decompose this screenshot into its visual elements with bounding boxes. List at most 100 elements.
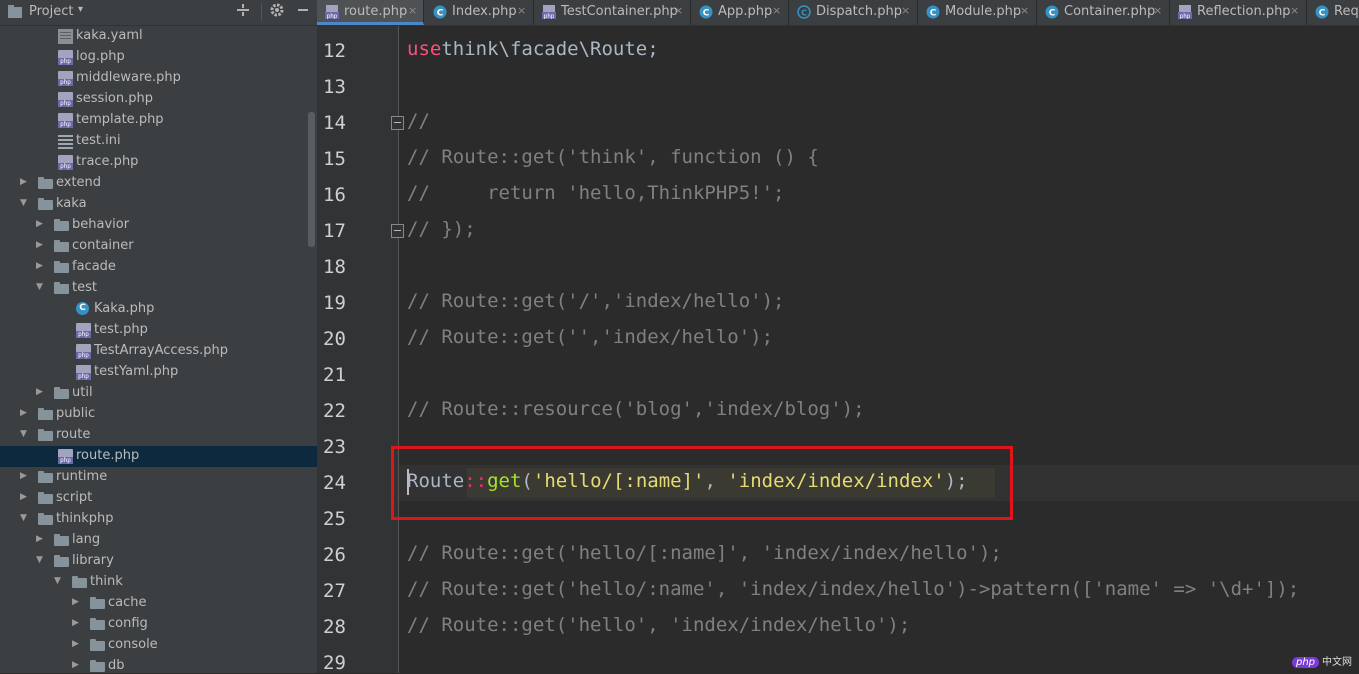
tab-dispatch-php[interactable]: C Dispatch.php × [789,0,918,25]
expand-down-icon[interactable]: ▼ [36,282,46,294]
expand-right-icon[interactable]: ▶ [20,471,30,483]
fold-icon[interactable] [391,224,404,238]
tree-item[interactable]: ▼ route [0,425,317,446]
tree-item[interactable]: session.php [0,89,317,110]
tree-item[interactable]: ▶ lang [0,530,317,551]
chevron-down-icon[interactable]: ▾ [78,4,83,15]
tab-testcontainer-php[interactable]: php TestContainer.php × [534,0,691,25]
code-token: // Route::get('think', function () { [407,146,819,168]
tree-item[interactable]: ▶ config [0,614,317,635]
tab-module-php[interactable]: C Module.php × [918,0,1037,25]
tree-item[interactable]: ▼ kaka [0,194,317,215]
tree-item[interactable]: ▶ extend [0,173,317,194]
code-token: // }); [407,218,476,240]
expand-down-icon[interactable]: ▼ [20,513,30,525]
tree-item[interactable]: testYaml.php [0,362,317,383]
close-icon[interactable]: × [517,4,526,17]
tree-item[interactable]: test.php [0,320,317,341]
tab-index-php[interactable]: C Index.php × [425,0,534,25]
php-file-icon [76,344,91,359]
expand-down-icon[interactable]: ▼ [20,429,30,441]
close-icon[interactable]: × [1153,4,1162,17]
code-line: // Route::resource('blog','index/blog'); [407,398,865,420]
tree-item[interactable]: TestArrayAccess.php [0,341,317,362]
expand-right-icon[interactable]: ▶ [72,597,82,609]
tab-label: route.php [344,4,408,19]
tree-item[interactable]: ▶ util [0,383,317,404]
expand-right-icon[interactable]: ▶ [72,618,82,630]
expand-right-icon[interactable]: ▶ [36,240,46,252]
expand-down-icon[interactable]: ▼ [54,576,64,588]
gear-icon[interactable] [268,3,286,21]
expand-down-icon[interactable]: ▼ [36,555,46,567]
close-icon[interactable]: × [408,4,417,17]
tab-label: Requ [1334,4,1359,19]
tree-item[interactable]: ▶ container [0,236,317,257]
close-icon[interactable]: × [1290,4,1299,17]
tree-item[interactable]: ▶ runtime [0,467,317,488]
expand-down-icon[interactable]: ▼ [20,198,30,210]
tab-reflection-php[interactable]: php Reflection.php × [1170,0,1307,25]
tree-scrollbar-thumb[interactable] [308,112,315,247]
toolbar-divider [261,3,262,21]
tree-item[interactable]: log.php [0,47,317,68]
folder-icon [38,470,53,485]
expand-right-icon[interactable]: ▶ [36,219,46,231]
code-token: // Route::get('hello', 'index/index/hell… [407,614,911,636]
tree-item[interactable]: ▶ script [0,488,317,509]
tree-item[interactable]: middleware.php [0,68,317,89]
tree-item[interactable]: ▶ behavior [0,215,317,236]
expand-right-icon[interactable]: ▶ [36,387,46,399]
expand-right-icon[interactable]: ▶ [20,492,30,504]
line-number: 20 [323,328,346,350]
close-icon[interactable]: × [674,4,683,17]
tree-item[interactable]: Kaka.php [0,299,317,320]
line-number: 15 [323,148,346,170]
tree-item[interactable]: template.php [0,110,317,131]
tree-item[interactable]: ▼ thinkphp [0,509,317,530]
expand-right-icon[interactable]: ▶ [36,534,46,546]
tab-app-php[interactable]: C App.php × [691,0,789,25]
close-icon[interactable]: × [1020,4,1029,17]
expand-right-icon[interactable]: ▶ [72,660,82,672]
close-icon[interactable]: × [772,4,781,17]
ini-file-icon [58,134,73,149]
minimize-icon[interactable] [294,3,312,21]
tree-item[interactable]: ▼ test [0,278,317,299]
close-icon[interactable]: × [901,4,910,17]
tab-label: Module.php [945,4,1022,19]
tab-requ[interactable]: C Requ [1307,0,1359,25]
tree-item-label: template.php [76,112,164,127]
tree-item[interactable]: ▶ console [0,635,317,656]
tab-container-php[interactable]: C Container.php × [1037,0,1170,25]
svg-text:C: C [1319,9,1326,19]
tree-item[interactable]: kaka.yaml [0,26,317,47]
tab-route-php[interactable]: php route.php × [317,0,424,25]
tree-item[interactable]: ▼ think [0,572,317,593]
code-editor[interactable] [399,26,1359,673]
tree-item-label: Kaka.php [94,301,155,316]
code-token: // return 'hello,ThinkPHP5!'; [407,182,785,204]
line-number: 14 [323,112,346,134]
php-file-icon [58,92,73,107]
code-line: // return 'hello,ThinkPHP5!'; [407,182,785,204]
expand-right-icon[interactable]: ▶ [20,177,30,189]
tree-item[interactable]: test.ini [0,131,317,152]
expand-right-icon[interactable]: ▶ [20,408,30,420]
tree-item[interactable]: ▶ public [0,404,317,425]
layout-icon[interactable] [234,3,252,21]
line-number: 29 [323,652,346,674]
svg-text:php: php [327,13,338,19]
tree-item[interactable]: trace.php [0,152,317,173]
project-panel-title[interactable]: Project [29,4,73,19]
svg-text:C: C [703,9,710,19]
fold-icon[interactable] [391,116,404,130]
yaml-file-icon [58,29,73,44]
tree-item[interactable]: route.php [0,446,317,467]
tree-item[interactable]: ▼ library [0,551,317,572]
expand-right-icon[interactable]: ▶ [36,261,46,273]
tree-item[interactable]: ▶ facade [0,257,317,278]
tree-item[interactable]: ▶ db [0,656,317,673]
tree-item[interactable]: ▶ cache [0,593,317,614]
expand-right-icon[interactable]: ▶ [72,639,82,651]
